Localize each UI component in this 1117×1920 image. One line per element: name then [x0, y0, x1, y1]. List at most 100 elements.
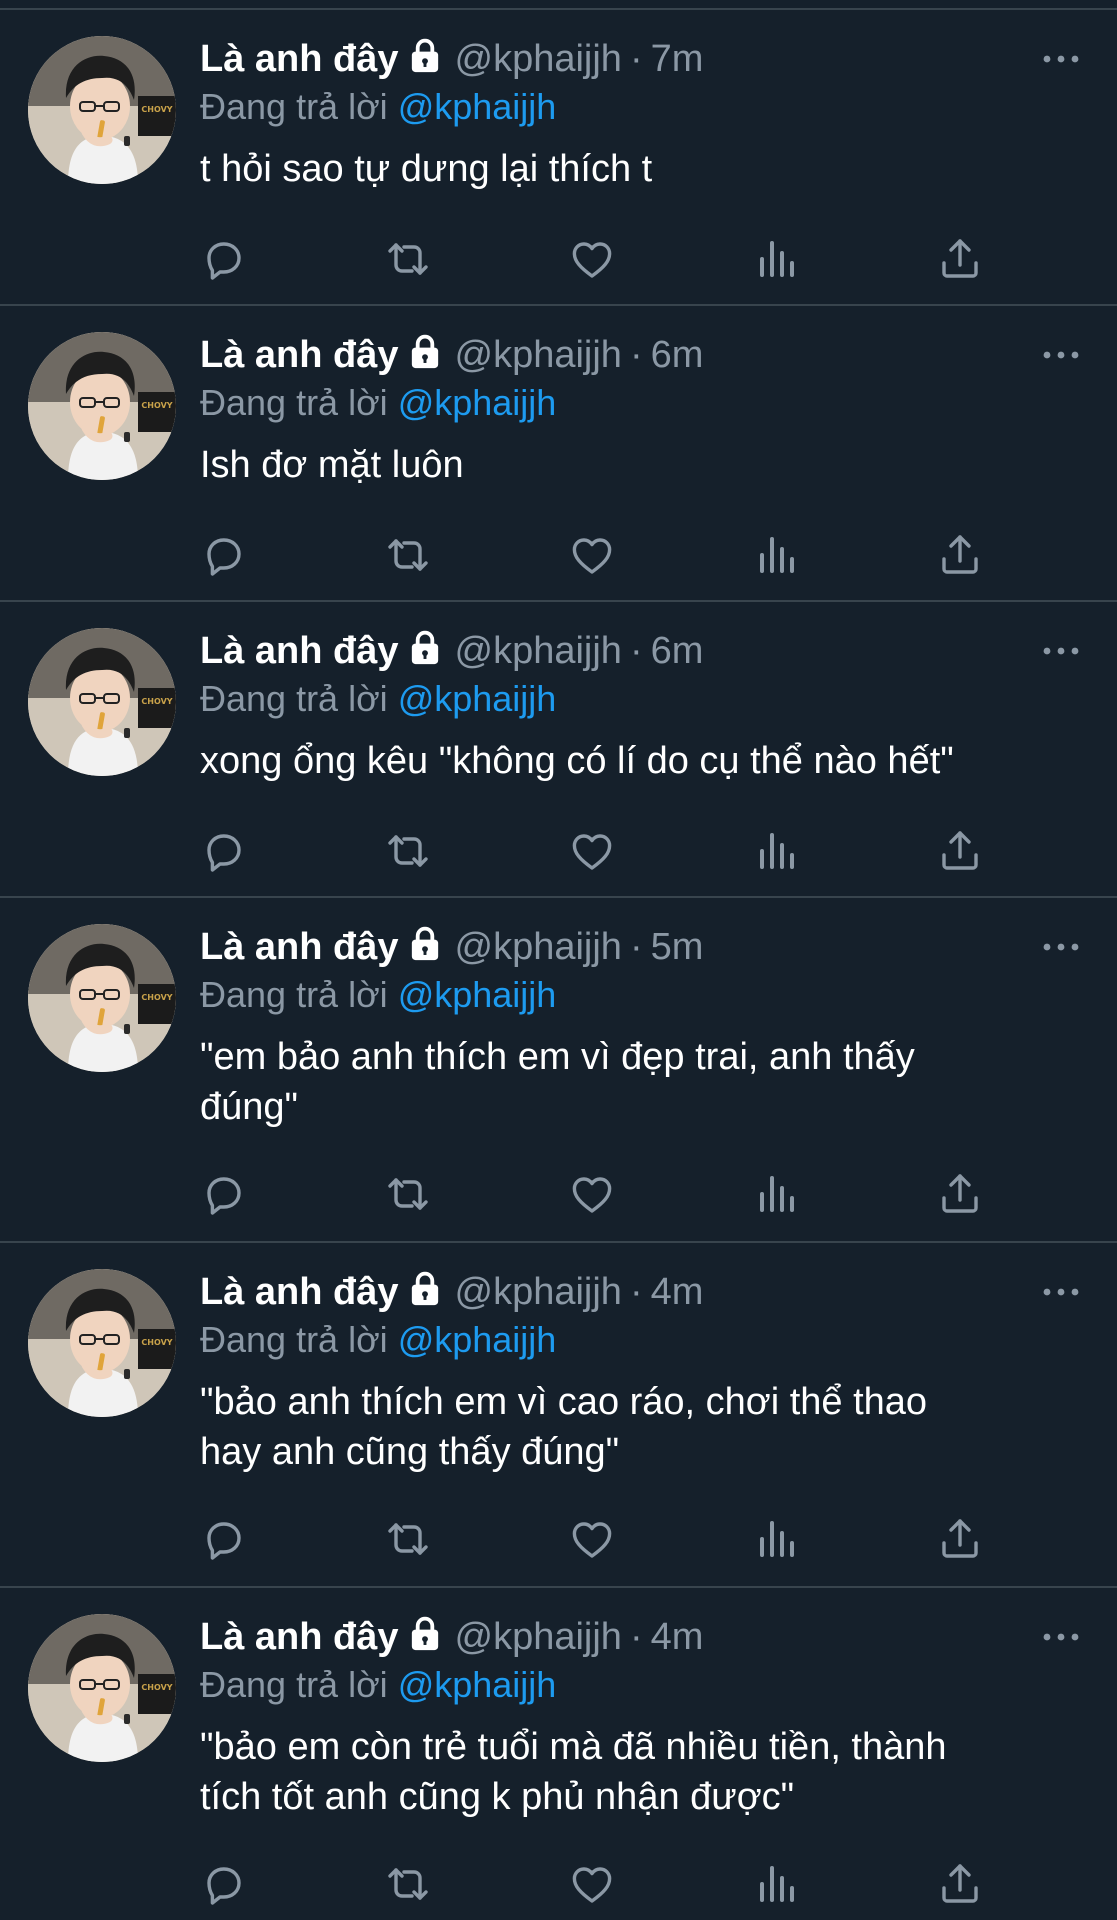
display-name[interactable]: Là anh đây [200, 926, 399, 968]
reply-icon[interactable] [200, 1515, 248, 1563]
timestamp[interactable]: 4m [651, 1271, 704, 1313]
lock-icon [407, 1270, 443, 1321]
more-icon[interactable] [1041, 644, 1081, 658]
more-icon[interactable] [1041, 1285, 1081, 1299]
tweet-content: Là anh đây @kphaijjh · 6m Đang trả lời @kph… [200, 330, 1081, 490]
share-icon[interactable] [936, 827, 984, 875]
display-name[interactable]: Là anh đây [200, 38, 399, 80]
avatar[interactable]: CHOVY [28, 36, 176, 184]
tweet[interactable]: CHOVY Là anh đây @kphaijjh · 6m Đang trả lờ… [0, 306, 1117, 602]
lock-icon [407, 333, 443, 384]
heart-icon[interactable] [568, 235, 616, 283]
retweet-icon[interactable] [384, 1860, 432, 1908]
separator-dot: · [629, 926, 643, 968]
replying-to-handle[interactable]: @kphaijjh [398, 86, 557, 127]
top-divider [0, 0, 1117, 10]
tweet[interactable]: CHOVY Là anh đây @kphaijjh · 4m Đang trả lờ… [0, 1588, 1117, 1920]
separator-dot: · [629, 1616, 643, 1658]
timestamp[interactable]: 6m [651, 334, 704, 376]
avatar[interactable]: CHOVY [28, 332, 176, 480]
tweet-thread: CHOVY Là anh đây @kphaijjh · 7m Đang trả lờ… [0, 0, 1117, 1920]
tweet-content: Là anh đây @kphaijjh · 4m Đang trả lời @kph… [200, 1267, 1081, 1477]
replying-to-label: Đang trả lời [200, 1319, 398, 1360]
avatar[interactable]: CHOVY [28, 1614, 176, 1762]
retweet-icon[interactable] [384, 1515, 432, 1563]
handle[interactable]: @kphaijjh [455, 1616, 622, 1658]
replying-to-label: Đang trả lời [200, 974, 398, 1015]
retweet-icon[interactable] [384, 827, 432, 875]
more-icon[interactable] [1041, 940, 1081, 954]
heart-icon[interactable] [568, 827, 616, 875]
timestamp[interactable]: 4m [651, 1616, 704, 1658]
tweet-header: Là anh đây @kphaijjh · 6m [200, 330, 1081, 380]
replying-to-handle[interactable]: @kphaijjh [398, 1664, 557, 1705]
more-icon[interactable] [1041, 52, 1081, 66]
views-icon[interactable] [752, 827, 800, 875]
retweet-icon[interactable] [384, 235, 432, 283]
avatar[interactable]: CHOVY [28, 924, 176, 1072]
replying-to: Đang trả lời @kphaijjh [200, 972, 1081, 1018]
tweet-actions [200, 1515, 1000, 1563]
heart-icon[interactable] [568, 531, 616, 579]
handle[interactable]: @kphaijjh [455, 334, 622, 376]
timestamp[interactable]: 6m [651, 630, 704, 672]
heart-icon[interactable] [568, 1170, 616, 1218]
retweet-icon[interactable] [384, 531, 432, 579]
tweet-header: Là anh đây @kphaijjh · 6m [200, 626, 1081, 676]
svg-text:CHOVY: CHOVY [141, 993, 172, 1002]
display-name[interactable]: Là anh đây [200, 630, 399, 672]
replying-to-label: Đang trả lời [200, 678, 398, 719]
handle[interactable]: @kphaijjh [455, 38, 622, 80]
views-icon[interactable] [752, 235, 800, 283]
handle[interactable]: @kphaijjh [455, 926, 622, 968]
reply-icon[interactable] [200, 531, 248, 579]
share-icon[interactable] [936, 1170, 984, 1218]
share-icon[interactable] [936, 235, 984, 283]
replying-to-handle[interactable]: @kphaijjh [398, 1319, 557, 1360]
display-name[interactable]: Là anh đây [200, 1271, 399, 1313]
tweet[interactable]: CHOVY Là anh đây @kphaijjh · 6m Đang trả lờ… [0, 602, 1117, 898]
retweet-icon[interactable] [384, 1170, 432, 1218]
reply-icon[interactable] [200, 1170, 248, 1218]
avatar[interactable]: CHOVY [28, 1269, 176, 1417]
tweet-text: "bảo em còn trẻ tuổi mà đã nhiều tiền, t… [200, 1726, 947, 1818]
separator-dot: · [629, 334, 643, 376]
avatar[interactable]: CHOVY [28, 628, 176, 776]
reply-icon[interactable] [200, 1860, 248, 1908]
share-icon[interactable] [936, 1515, 984, 1563]
more-icon[interactable] [1041, 1630, 1081, 1644]
views-icon[interactable] [752, 531, 800, 579]
tweet[interactable]: CHOVY Là anh đây @kphaijjh · 7m Đang trả lờ… [0, 10, 1117, 306]
reply-icon[interactable] [200, 827, 248, 875]
replying-to: Đang trả lời @kphaijjh [200, 380, 1081, 426]
tweet-header: Là anh đây @kphaijjh · 4m [200, 1612, 1081, 1662]
lock-icon [407, 37, 443, 88]
tweet-header: Là anh đây @kphaijjh · 7m [200, 34, 1081, 84]
share-icon[interactable] [936, 531, 984, 579]
replying-to-handle[interactable]: @kphaijjh [398, 678, 557, 719]
handle[interactable]: @kphaijjh [455, 1271, 622, 1313]
timestamp[interactable]: 5m [651, 926, 704, 968]
reply-icon[interactable] [200, 235, 248, 283]
tweet-text: "bảo anh thích em vì cao ráo, chơi thể t… [200, 1381, 928, 1473]
handle[interactable]: @kphaijjh [455, 630, 622, 672]
views-icon[interactable] [752, 1860, 800, 1908]
heart-icon[interactable] [568, 1860, 616, 1908]
display-name[interactable]: Là anh đây [200, 334, 399, 376]
lock-icon [407, 1615, 443, 1666]
heart-icon[interactable] [568, 1515, 616, 1563]
replying-to-handle[interactable]: @kphaijjh [398, 974, 557, 1015]
tweet-actions [200, 1170, 1000, 1218]
lock-icon [407, 925, 443, 976]
tweet[interactable]: CHOVY Là anh đây @kphaijjh · 4m Đang trả lờ… [0, 1243, 1117, 1588]
display-name[interactable]: Là anh đây [200, 1616, 399, 1658]
views-icon[interactable] [752, 1515, 800, 1563]
timestamp[interactable]: 7m [651, 38, 704, 80]
tweet-text: "em bảo anh thích em vì đẹp trai, anh th… [200, 1036, 915, 1128]
more-icon[interactable] [1041, 348, 1081, 362]
share-icon[interactable] [936, 1860, 984, 1908]
replying-to-handle[interactable]: @kphaijjh [398, 382, 557, 423]
views-icon[interactable] [752, 1170, 800, 1218]
tweet[interactable]: CHOVY Là anh đây @kphaijjh · 5m Đang trả lờ… [0, 898, 1117, 1243]
tweet-content: Là anh đây @kphaijjh · 6m Đang trả lời @kph… [200, 626, 1081, 786]
